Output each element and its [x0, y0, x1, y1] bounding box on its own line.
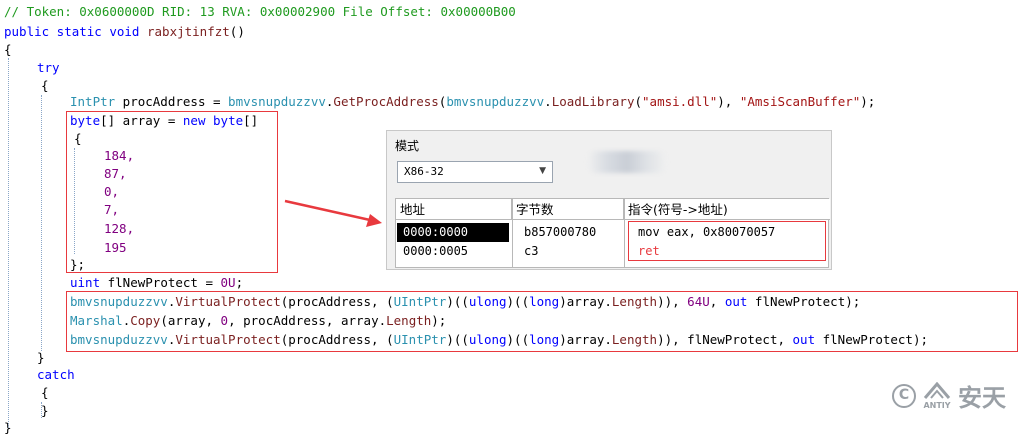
- chevron-down-icon: ▼: [539, 166, 546, 176]
- code-token: IntPtr: [70, 94, 116, 109]
- method-open-brace: {: [4, 42, 12, 57]
- array-highlight-box: [66, 111, 278, 273]
- indent-guide: [41, 402, 42, 418]
- mode-select[interactable]: X86-32 ▼: [397, 161, 553, 183]
- getprocaddress-line: IntPtr procAddress = bmvsnupduzzvv. GetPr…: [70, 92, 875, 112]
- method-name: rabxjtinfzt: [147, 24, 230, 39]
- signature-keywords: public static void: [4, 24, 140, 39]
- catch-close-brace: }: [41, 403, 49, 418]
- column-header-address[interactable]: 地址: [396, 199, 512, 220]
- method-signature: public static void rabxjtinfzt(): [4, 22, 245, 42]
- code-token: .: [544, 94, 552, 109]
- code-token: procAddress =: [115, 94, 229, 109]
- antiy-logo: ANTIY: [922, 381, 952, 410]
- column-divider: [512, 199, 513, 267]
- pointer-arrow: [284, 199, 382, 227]
- code-token: bmvsnupduzzvv: [446, 94, 545, 109]
- watermark-brand: 安天: [958, 384, 1006, 412]
- disassembly-panel: 模式 X86-32 ▼ 地址 字节数 指令(符号->地址) 0000:0000 …: [386, 130, 832, 270]
- mode-label: 模式: [395, 139, 420, 153]
- code-token: uint: [70, 275, 101, 290]
- code-token: flNewProtect =: [100, 275, 221, 290]
- code-token: );: [860, 94, 876, 109]
- row-address-selected[interactable]: 0000:0000: [397, 223, 509, 242]
- code-token: "AmsiScanBuffer": [739, 94, 861, 109]
- indent-guide: [8, 58, 9, 428]
- row-address[interactable]: 0000:0005: [397, 242, 509, 261]
- code-token: ),: [717, 94, 740, 109]
- antiy-watermark: C ANTIY 安天: [892, 378, 1006, 413]
- code-token: (: [634, 94, 643, 109]
- try-keyword: try: [37, 60, 60, 75]
- column-header-bytes[interactable]: 字节数: [512, 199, 624, 220]
- code-token: bmvsnupduzzvv: [228, 94, 326, 109]
- catch-keyword: catch: [37, 367, 75, 382]
- watermark-sub: ANTIY: [923, 400, 951, 410]
- blurred-region: [587, 151, 667, 173]
- signature-parens: (): [229, 24, 245, 39]
- calls-highlight-box: [66, 291, 1018, 352]
- column-divider: [624, 199, 625, 267]
- indent-guide: [41, 95, 42, 351]
- code-token: GetProcAddress: [333, 94, 439, 109]
- column-header-instruction[interactable]: 指令(符号->地址): [624, 199, 830, 220]
- instruction-highlight-box: [628, 221, 826, 261]
- mode-value: X86-32: [404, 165, 444, 178]
- code-token: 0U: [220, 275, 236, 290]
- code-token: ;: [235, 275, 244, 290]
- row-bytes[interactable]: b857000780: [518, 223, 622, 242]
- code-token: "amsi.dll": [642, 94, 718, 109]
- disassembly-table: 地址 字节数 指令(符号->地址) 0000:0000 b857000780 m…: [395, 198, 830, 268]
- code-token: LoadLibrary: [551, 94, 635, 109]
- catch-open-brace: {: [41, 385, 49, 400]
- row-bytes[interactable]: c3: [518, 242, 622, 261]
- try-open-brace: {: [41, 78, 49, 93]
- token-comment: // Token: 0x0600000D RID: 13 RVA: 0x0000…: [4, 4, 516, 19]
- flnewprotect-declaration: uint flNewProtect = 0U;: [70, 273, 243, 293]
- copyright-icon: C: [892, 383, 916, 408]
